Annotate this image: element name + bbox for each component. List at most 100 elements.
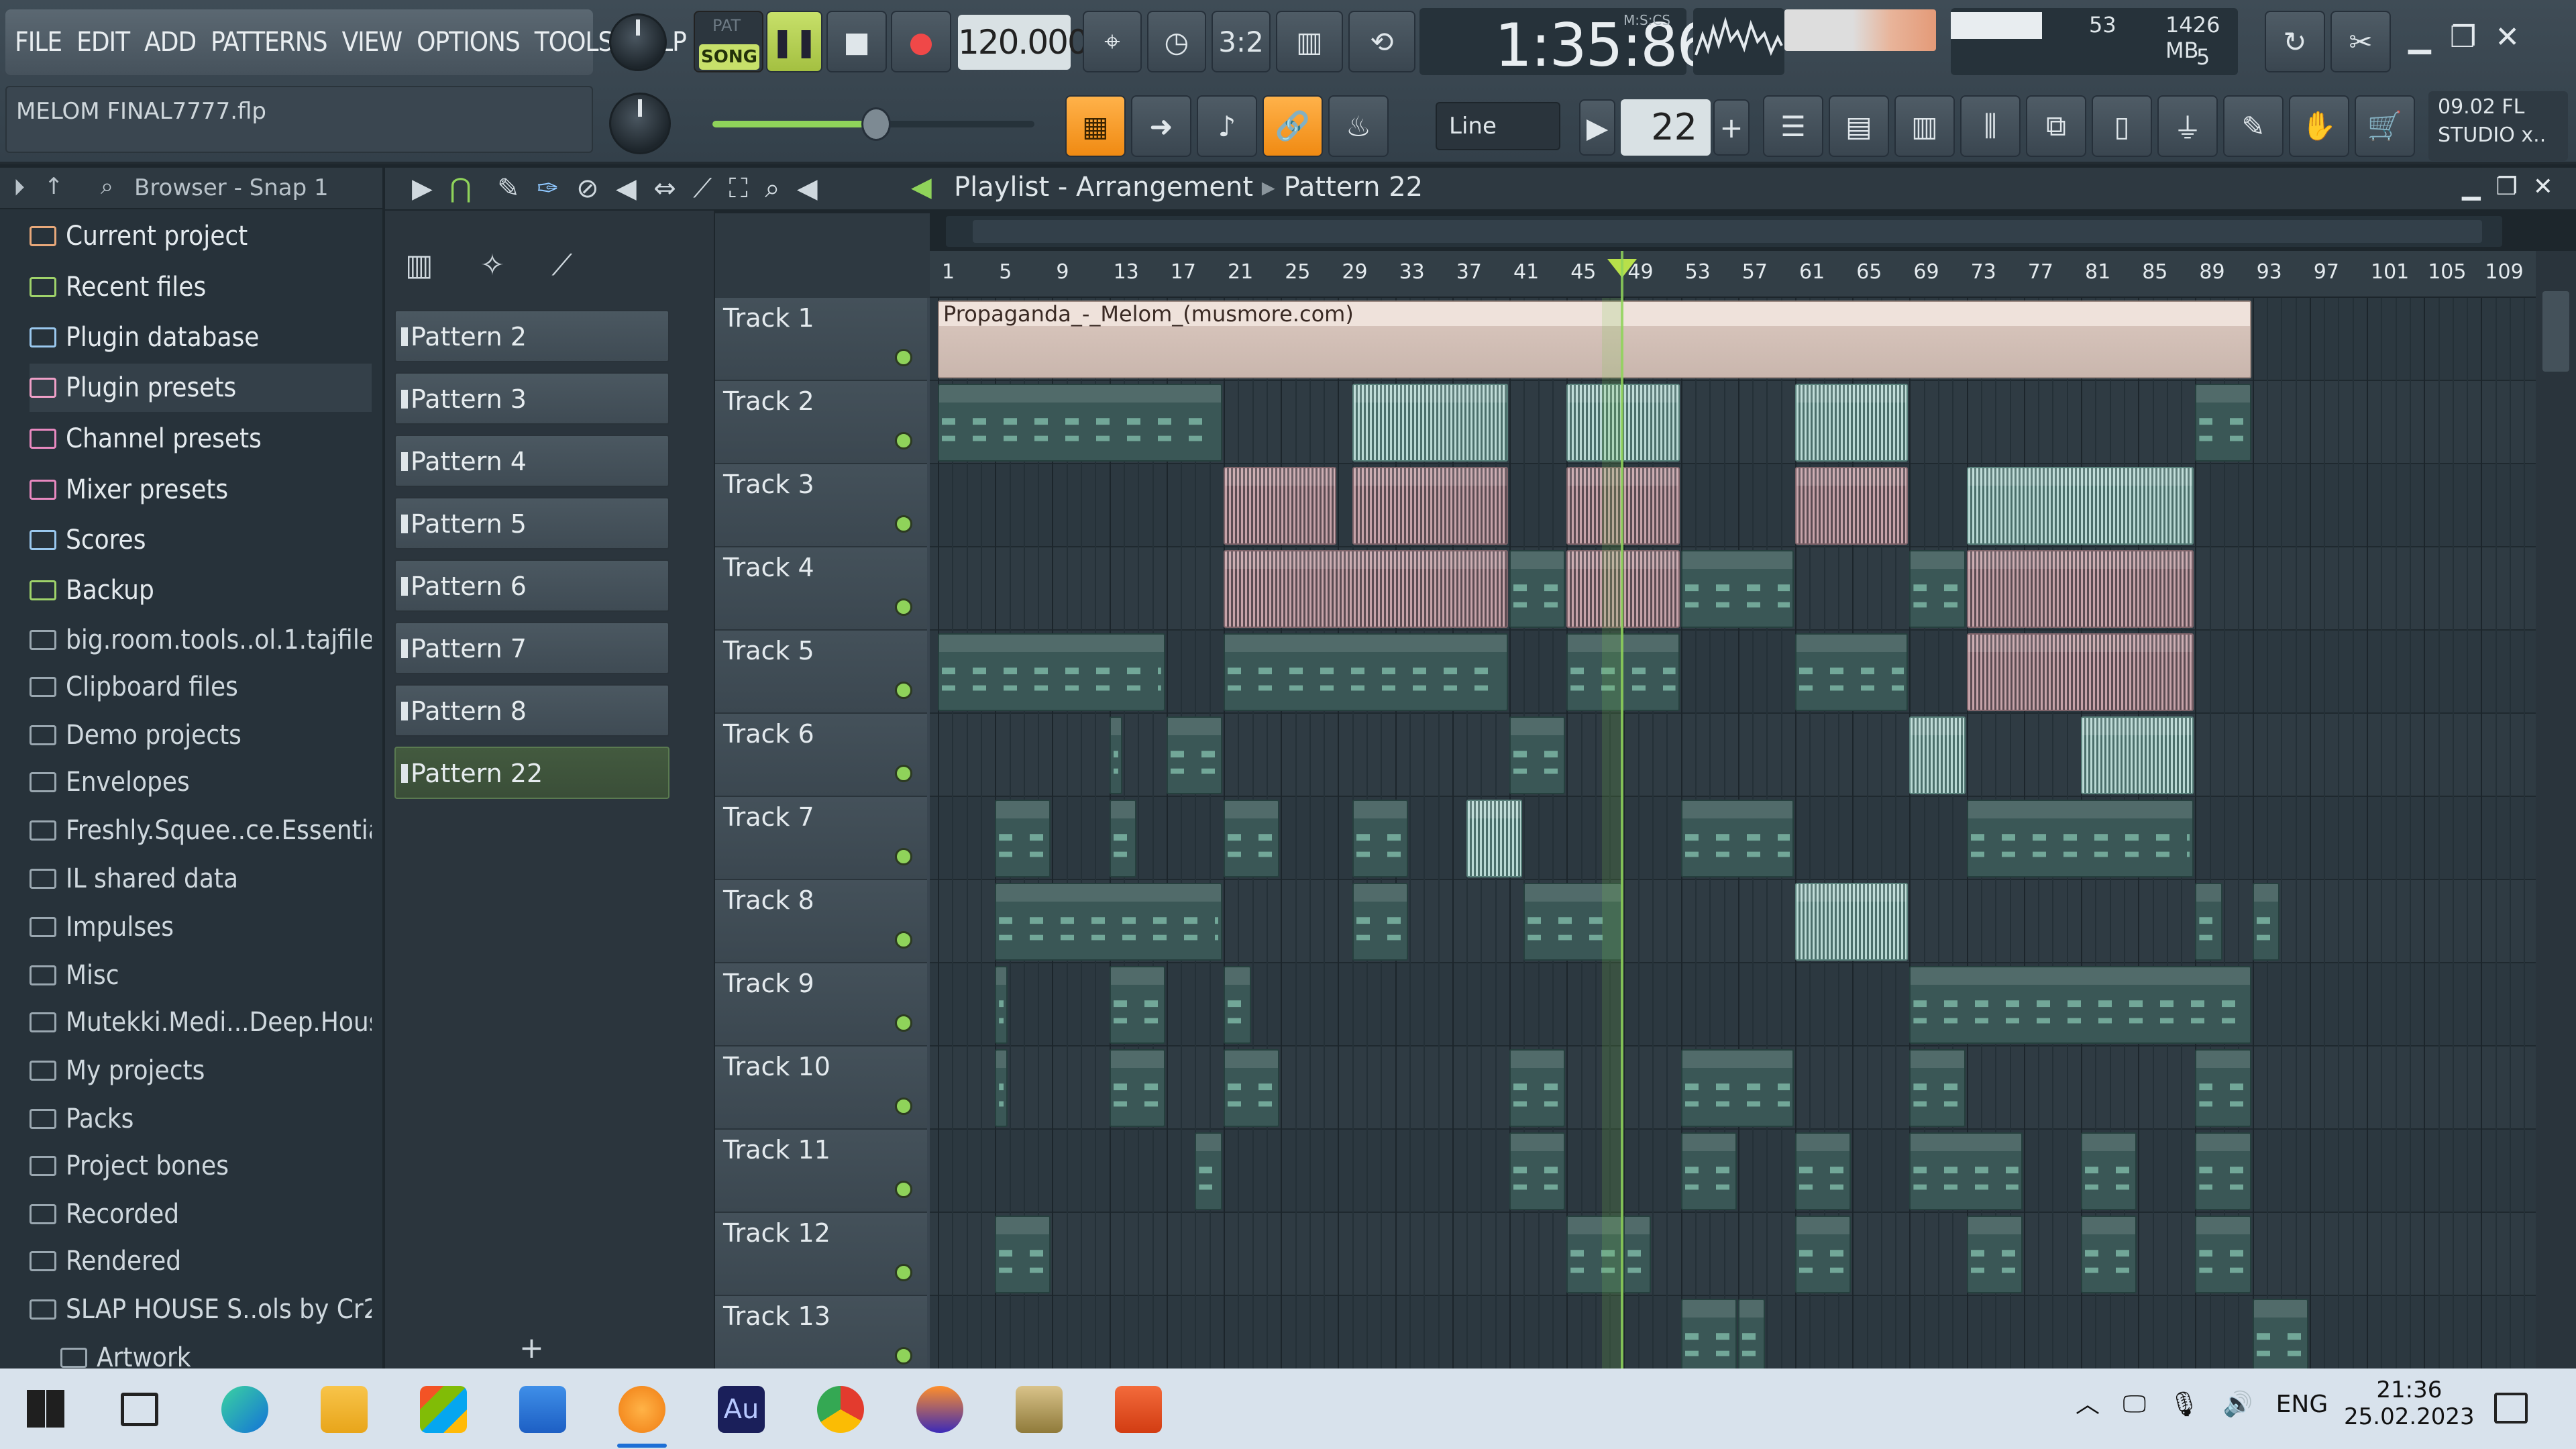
playlist-close-icon[interactable]: ✕ — [2533, 173, 2553, 201]
paint-tool-icon[interactable]: ✑ — [537, 173, 559, 204]
browser-item[interactable]: Backup — [30, 566, 372, 614]
network-icon[interactable]: 🖵 — [2123, 1391, 2146, 1418]
playlist-clip[interactable] — [1795, 467, 1909, 545]
playlist-clip[interactable] — [938, 633, 1165, 711]
menu-options[interactable]: OPTIONS — [417, 27, 521, 58]
add-pattern-button[interactable]: + — [1713, 99, 1750, 156]
track-active-led[interactable] — [895, 1014, 912, 1032]
playlist-minimize-icon[interactable]: ▁ — [2462, 173, 2481, 201]
slide-button[interactable]: ♪ — [1197, 95, 1257, 157]
browser-item[interactable]: Envelopes — [30, 758, 372, 806]
playlist-clip[interactable] — [938, 384, 1222, 462]
playlist-clip[interactable] — [995, 800, 1051, 877]
playlist-clip[interactable] — [1909, 1049, 1966, 1127]
playlist-clip[interactable] — [2081, 716, 2194, 794]
browser-item[interactable]: Packs — [30, 1095, 372, 1143]
pattern-item[interactable]: Pattern 3 — [394, 372, 669, 425]
pattern-item[interactable]: Pattern 7 — [394, 622, 669, 674]
draw-tool-icon[interactable]: ✎ — [497, 173, 520, 204]
playlist-clip[interactable] — [995, 1049, 1008, 1127]
track-header[interactable]: Track 8 — [715, 880, 927, 963]
browser-item[interactable]: Demo projects — [30, 711, 372, 759]
master-volume-knob[interactable] — [609, 13, 667, 71]
mail-icon[interactable] — [519, 1386, 566, 1433]
mpc-icon[interactable] — [1016, 1386, 1063, 1433]
playlist-clip[interactable] — [1509, 716, 1566, 794]
browser-item[interactable]: Misc — [30, 951, 372, 1000]
media-app-icon[interactable] — [916, 1386, 963, 1433]
pattern-item[interactable]: Pattern 8 — [394, 684, 669, 737]
pattern-item[interactable]: Pattern 6 — [394, 559, 669, 612]
playlist-clip[interactable] — [1795, 633, 1909, 711]
playlist-clip[interactable] — [995, 1216, 1051, 1293]
maximize-icon[interactable]: ❐ — [2450, 20, 2476, 54]
browser-item[interactable]: Channel presets — [30, 415, 372, 463]
prev-pattern-button[interactable]: ▶ — [1579, 99, 1615, 156]
playlist-clip[interactable] — [1966, 467, 2194, 545]
microphone-icon[interactable]: 🎙 — [2169, 1391, 2200, 1418]
slice-tool-icon[interactable]: ⟋ — [693, 173, 712, 204]
playlist-clip[interactable] — [1352, 800, 1408, 877]
playlist-clip[interactable] — [1966, 1216, 2023, 1293]
snap-selector[interactable]: Line — [1436, 102, 1560, 150]
close-icon[interactable]: ✕ — [2495, 20, 2520, 54]
playlist-clip[interactable] — [1224, 966, 1251, 1044]
link-button[interactable]: 🔗 — [1263, 95, 1323, 157]
playlist-clip[interactable] — [1224, 1049, 1280, 1127]
track-header[interactable]: Track 11 — [715, 1130, 927, 1213]
loop-record-button[interactable]: ⟲ — [1348, 11, 1415, 72]
menu-patterns[interactable]: PATTERNS — [211, 27, 327, 58]
track-active-led[interactable] — [895, 1264, 912, 1281]
step-edit-button[interactable]: ▥ — [1276, 11, 1343, 72]
automation-tab-icon[interactable]: ⟋ — [551, 248, 572, 282]
track-active-led[interactable] — [895, 1181, 912, 1198]
playlist-clip[interactable] — [1623, 1216, 1651, 1293]
browser-item[interactable]: Recent files — [30, 263, 372, 311]
news-panel[interactable]: 09.02 FL STUDIO x.. — [2428, 91, 2568, 161]
track-active-led[interactable] — [895, 765, 912, 782]
playlist-clip[interactable] — [1466, 800, 1523, 877]
browser-item[interactable]: Freshly.Squee..ce.Essentials — [30, 806, 372, 855]
plugin-picker-button[interactable]: ⏚ — [2157, 95, 2218, 157]
audio-tab-icon[interactable]: ✧ — [480, 248, 505, 282]
select-tool-icon[interactable]: ⛶ — [729, 173, 748, 204]
playlist-clip[interactable] — [1352, 883, 1408, 961]
vertical-scrollbar-thumb[interactable] — [2542, 291, 2569, 372]
menu-tools[interactable]: TOOLS — [535, 27, 614, 58]
browser-item[interactable]: My projects — [30, 1046, 372, 1095]
pattern-selector[interactable]: 22 — [1621, 99, 1711, 156]
store-icon[interactable] — [420, 1386, 467, 1433]
playlist-clip[interactable] — [1352, 467, 1508, 545]
track-active-led[interactable] — [895, 1347, 912, 1364]
tools-button[interactable]: ✋ — [2289, 95, 2349, 157]
cut-tool-button[interactable]: ✂ — [2330, 11, 2391, 72]
shop-button[interactable]: 🛒 — [2355, 95, 2415, 157]
playlist-clip[interactable] — [1795, 384, 1909, 462]
vertical-scrollbar[interactable] — [2536, 251, 2576, 1368]
track-active-led[interactable] — [895, 598, 912, 616]
fl-studio-taskbar-icon[interactable] — [619, 1386, 665, 1433]
pattern-item[interactable]: Pattern 5 — [394, 497, 669, 549]
browser-item[interactable]: Mixer presets — [30, 466, 372, 514]
playlist-clip[interactable] — [2252, 1299, 2308, 1368]
browser-item[interactable]: Current project — [30, 212, 372, 260]
playlist-clip[interactable] — [1795, 883, 1909, 961]
zoom-tool-icon[interactable]: ⌕ — [765, 173, 780, 204]
menu-view[interactable]: VIEW — [342, 27, 403, 58]
project-button[interactable]: ▯ — [2092, 95, 2152, 157]
next-button[interactable]: ➜ — [1131, 95, 1191, 157]
playlist-clip[interactable] — [1680, 1299, 1737, 1368]
playlist-clip[interactable] — [1680, 550, 1794, 628]
playlist-clip[interactable] — [2195, 384, 2251, 462]
playlist-clip[interactable] — [1109, 800, 1137, 877]
track-active-led[interactable] — [895, 931, 912, 949]
playlist-clip[interactable] — [1909, 716, 1966, 794]
metronome-button[interactable]: ⌖ — [1083, 11, 1142, 72]
mute-tool-icon[interactable]: ◀ — [616, 173, 637, 204]
track-active-led[interactable] — [895, 682, 912, 699]
browser-item[interactable]: SLAP HOUSE S..ols by Cr2 — [30, 1285, 372, 1334]
master-pitch-knob[interactable] — [609, 93, 671, 154]
playlist-clip[interactable] — [1795, 1216, 1851, 1293]
browser-search-icon[interactable]: ⌕ — [101, 173, 113, 200]
track-header[interactable]: Track 10 — [715, 1046, 927, 1130]
